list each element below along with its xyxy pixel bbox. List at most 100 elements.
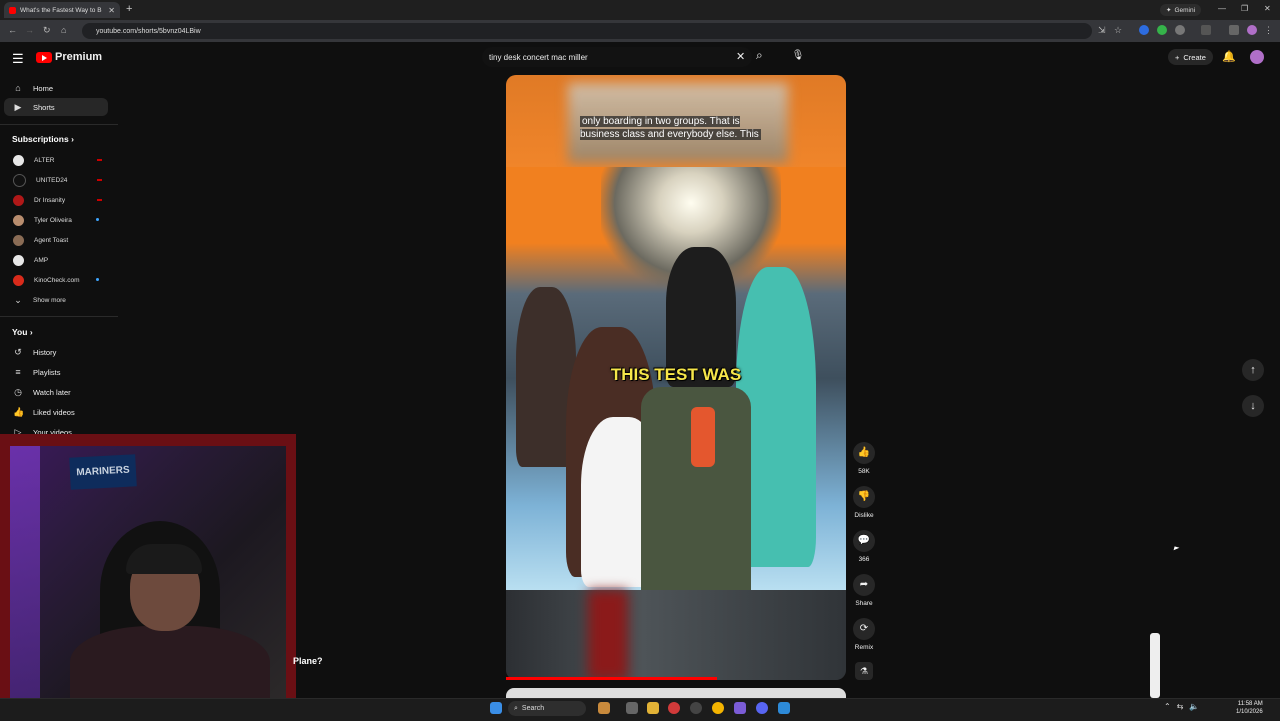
comments-button[interactable]: 💬 366 xyxy=(852,530,876,563)
channel-name: ALTER xyxy=(34,156,55,164)
sidebar-item-subscription[interactable]: UNITED24 xyxy=(4,171,108,189)
video-top-caption: only boarding in two groups. That is bus… xyxy=(580,116,761,140)
taskbar-search[interactable]: ⌕ Search xyxy=(508,701,586,716)
sidebar-item-watch-later[interactable]: ◷ Watch later xyxy=(4,383,108,401)
install-app-icon[interactable]: ⇲ xyxy=(1098,25,1106,36)
show-more-button[interactable]: ⌄ Show more xyxy=(4,291,108,309)
browser-profile-avatar[interactable] xyxy=(1247,25,1257,35)
sidebar-toggle-icon[interactable] xyxy=(1201,25,1211,35)
maximize-button[interactable]: ❐ xyxy=(1241,4,1248,13)
previous-short-arrow-up-icon[interactable]: ↑ xyxy=(1242,359,1264,381)
close-window-button[interactable]: ✕ xyxy=(1264,4,1271,13)
sidebar-item-liked-videos[interactable]: 👍 Liked videos xyxy=(4,403,108,421)
like-button[interactable]: 👍 58K xyxy=(852,442,876,475)
discord-icon[interactable] xyxy=(756,702,768,714)
video-progress-bar[interactable] xyxy=(506,677,717,680)
sidebar-item-subscription[interactable]: Tyler Oliveira xyxy=(4,211,108,229)
extensions-puzzle-icon[interactable] xyxy=(1175,25,1185,35)
chrome-icon[interactable] xyxy=(712,702,724,714)
share-button[interactable]: ➦ Share xyxy=(852,574,876,607)
search-input[interactable]: tiny desk concert mac miller xyxy=(482,47,752,67)
taskbar-app-icon[interactable] xyxy=(734,702,746,714)
sidebar-item-shorts[interactable]: ▶ Shorts xyxy=(4,98,108,116)
streamer-body xyxy=(70,626,270,708)
gemini-button[interactable]: ✦ Gemini xyxy=(1160,4,1202,16)
minimize-button[interactable]: — xyxy=(1218,4,1226,13)
file-explorer-icon[interactable] xyxy=(647,702,659,714)
sidebar-divider xyxy=(0,316,118,317)
liked-videos-icon: 👍 xyxy=(13,406,25,417)
back-icon[interactable]: ← xyxy=(8,25,17,35)
task-view-icon[interactable] xyxy=(626,702,638,714)
subscriptions-heading[interactable]: Subscriptions › xyxy=(12,134,74,144)
new-tab-button[interactable]: + xyxy=(126,3,132,15)
browser-tab-bar xyxy=(0,0,1280,20)
channel-name: AMP xyxy=(34,256,49,264)
you-heading[interactable]: You › xyxy=(12,327,33,337)
reload-icon[interactable]: ↻ xyxy=(43,25,51,36)
search-icon: ⌕ xyxy=(514,704,518,712)
taskbar-app-icon[interactable] xyxy=(668,702,680,714)
sidebar-item-history[interactable]: ↺ History xyxy=(4,343,108,361)
browser-menu-icon[interactable]: ⋮ xyxy=(1264,25,1273,36)
comment-icon: 💬 xyxy=(853,530,875,552)
microphone-icon[interactable]: 🎙 xyxy=(791,50,805,64)
share-icon: ➦ xyxy=(853,574,875,596)
address-bar[interactable]: youtube.com/shorts/5bvnz04LBiw xyxy=(82,23,1092,39)
browser-tab[interactable]: What's the Fastest Way to B ✕ xyxy=(4,2,120,18)
channel-name: UNITED24 xyxy=(36,176,68,184)
bookmark-star-icon[interactable]: ☆ xyxy=(1114,25,1122,36)
forward-icon[interactable]: → xyxy=(25,25,34,35)
windows-start-icon[interactable] xyxy=(490,702,502,714)
live-indicator xyxy=(97,199,102,201)
create-button[interactable]: + Create xyxy=(1168,49,1213,65)
clock-date: 1/10/2026 xyxy=(1236,709,1263,715)
home-icon: ⌂ xyxy=(15,83,21,93)
remix-button[interactable]: ⟳ Remix xyxy=(852,618,876,651)
clock-time: 11:58 AM xyxy=(1237,701,1263,707)
account-avatar[interactable] xyxy=(1250,50,1264,64)
hamburger-menu-icon[interactable]: ☰ xyxy=(12,51,24,67)
system-tray[interactable]: ⌃ ⇆ 🔈 xyxy=(1164,702,1199,711)
floating-side-widget[interactable] xyxy=(1150,633,1160,698)
sidebar-item-subscription[interactable]: Agent Toast xyxy=(4,231,108,249)
taskbar-app-icon[interactable] xyxy=(598,702,610,714)
extension-icon[interactable] xyxy=(1139,25,1149,35)
flask-icon[interactable]: ⚗ xyxy=(855,662,873,680)
red-tag xyxy=(691,407,715,467)
gemini-label: Gemini xyxy=(1174,6,1196,14)
comment-count: 366 xyxy=(858,556,870,563)
streamer-beanie xyxy=(126,544,202,574)
home-browser-icon[interactable]: ⌂ xyxy=(61,25,66,35)
remix-icon: ⟳ xyxy=(853,618,875,640)
channel-avatar xyxy=(13,173,26,187)
create-label: Create xyxy=(1183,52,1206,62)
sidebar-item-home[interactable]: ⌂ Home xyxy=(4,79,108,97)
sidebar-item-playlists[interactable]: ≡ Playlists xyxy=(4,363,108,381)
shorts-video-player[interactable]: only boarding in two groups. That is bus… xyxy=(506,75,846,680)
network-icon: ⇆ xyxy=(1176,702,1184,711)
taskbar-clock[interactable]: 11:58 AM 1/10/2026 xyxy=(1236,700,1263,716)
sidebar-item-subscription[interactable]: AMP xyxy=(4,251,108,269)
next-short-arrow-down-icon[interactable]: ↓ xyxy=(1242,395,1264,417)
search-icon[interactable]: ⌕ xyxy=(756,48,763,63)
video-bottom-red-blur xyxy=(588,590,628,680)
dislike-button[interactable]: 👎 Dislike xyxy=(852,486,876,519)
sidebar-item-label: Playlists xyxy=(33,367,61,377)
sidebar-item-subscription[interactable]: Dr Insanity xyxy=(4,191,108,209)
youtube-logo[interactable]: Premium xyxy=(36,51,102,63)
extension-icon[interactable] xyxy=(1157,25,1167,35)
sidebar-item-label: Home xyxy=(33,83,54,93)
tab-close-icon[interactable]: ✕ xyxy=(108,6,115,15)
shorts-icon: ▶ xyxy=(14,101,22,112)
video-title-partial: Plane? xyxy=(293,656,323,666)
taskbar-app-icon[interactable] xyxy=(778,702,790,714)
clear-search-icon[interactable]: ✕ xyxy=(736,50,745,63)
profile-switch-icon[interactable] xyxy=(1229,25,1239,35)
channel-avatar xyxy=(13,214,24,226)
sidebar-item-subscription[interactable]: KinoCheck.com xyxy=(4,271,108,289)
obs-icon[interactable] xyxy=(690,702,702,714)
notifications-bell-icon[interactable]: 🔔 xyxy=(1222,50,1236,63)
show-more-label: Show more xyxy=(33,296,66,304)
sidebar-item-subscription[interactable]: ALTER xyxy=(4,151,108,169)
